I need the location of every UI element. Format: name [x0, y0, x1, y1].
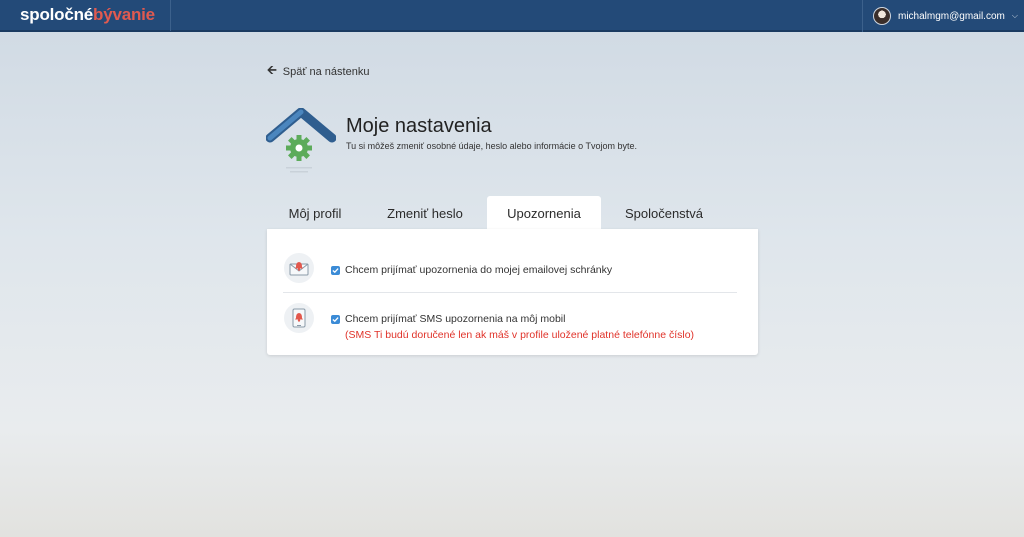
- top-bar: spoločné bývanie michalmgm@gmail.com ⌵: [0, 0, 1024, 32]
- logo-text-primary: spoločné: [20, 5, 94, 24]
- user-menu[interactable]: michalmgm@gmail.com ⌵: [862, 0, 1024, 32]
- tab-change-password[interactable]: Zmeniť heslo: [373, 196, 477, 230]
- settings-house-icon: [266, 108, 336, 173]
- sms-notifications-checkbox[interactable]: [331, 315, 340, 324]
- email-notifications-label: Chcem prijímať upozornenia do mojej emai…: [345, 264, 613, 276]
- mobile-bell-icon: [284, 303, 314, 333]
- settings-tabs: Môj profil Zmeniť heslo Upozornenia Spol…: [267, 196, 758, 230]
- sms-notifications-label: Chcem prijímať SMS upozornenia na môj mo…: [345, 313, 566, 325]
- brand-logo[interactable]: spoločné bývanie: [0, 0, 171, 31]
- page-title: Moje nastavenia: [346, 115, 492, 137]
- email-bell-icon: [284, 253, 314, 283]
- email-notifications-checkbox[interactable]: [331, 266, 340, 275]
- user-email: michalmgm@gmail.com: [898, 10, 1005, 22]
- tab-notifications[interactable]: Upozornenia: [487, 196, 601, 230]
- page-subtitle: Tu si môžeš zmeniť osobné údaje, heslo a…: [346, 141, 638, 151]
- notifications-panel: Chcem prijímať upozornenia do mojej emai…: [267, 229, 758, 355]
- logo-text-accent: bývanie: [93, 5, 155, 24]
- arrow-left-icon: 🡨: [267, 63, 277, 77]
- sms-notifications-note: (SMS Ti budú doručené len ak máš v profi…: [345, 329, 695, 341]
- back-to-dashboard-link[interactable]: 🡨 Späť na nástenku: [267, 61, 369, 82]
- avatar: [873, 7, 891, 25]
- tab-communities[interactable]: Spoločenstvá: [611, 196, 717, 230]
- back-link-label: Späť na nástenku: [282, 65, 370, 78]
- chevron-down-icon: ⌵: [1011, 11, 1018, 20]
- tab-my-profile[interactable]: Môj profil: [267, 196, 363, 230]
- divider: [283, 292, 737, 293]
